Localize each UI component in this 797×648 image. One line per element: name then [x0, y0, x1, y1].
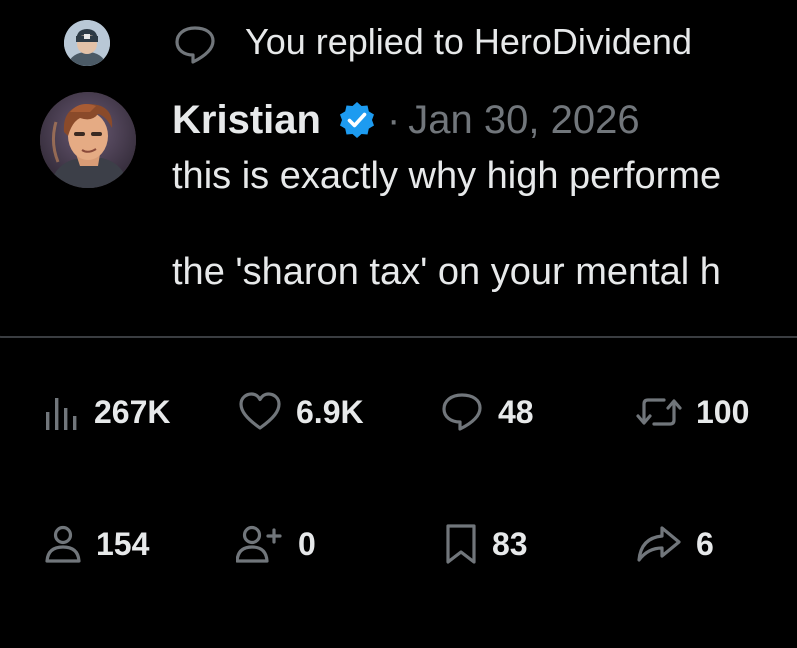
- reposts-count: 100: [696, 394, 750, 430]
- tweet-text-line: this is exactly why high performe: [172, 155, 722, 197]
- person-plus-icon: [236, 524, 284, 564]
- bookmarks-stat[interactable]: 83: [444, 518, 528, 570]
- author-avatar[interactable]: [40, 92, 136, 188]
- repost-icon: [636, 392, 682, 432]
- share-arrow-icon: [636, 524, 682, 564]
- speech-bubble-icon: [172, 24, 218, 64]
- bar-chart-icon: [44, 392, 80, 432]
- bookmarks-count: 83: [492, 526, 528, 562]
- heart-icon: [238, 392, 282, 432]
- person-icon: [44, 524, 82, 564]
- views-stat[interactable]: 267K: [44, 386, 171, 438]
- profile-visits-stat[interactable]: 154: [44, 518, 149, 570]
- profile-visits-count: 154: [96, 526, 150, 562]
- likes-stat[interactable]: 6.9K: [238, 386, 364, 438]
- comment-icon: [440, 392, 484, 432]
- tweet-analytics-screen: You replied to HeroDividend Kristian · J…: [0, 0, 797, 648]
- reply-context-text[interactable]: You replied to HeroDividend: [245, 18, 692, 66]
- replies-stat[interactable]: 48: [440, 386, 534, 438]
- separator-dot: ·: [386, 98, 401, 142]
- author-name[interactable]: Kristian: [172, 94, 321, 146]
- shares-count: 6: [696, 526, 714, 562]
- follows-count: 0: [298, 526, 316, 562]
- tweet-header: Kristian · Jan 30, 2026: [172, 94, 640, 146]
- views-count: 267K: [94, 394, 171, 430]
- bookmark-icon: [444, 523, 478, 565]
- likes-count: 6.9K: [296, 394, 364, 430]
- verified-badge-icon: [337, 100, 377, 140]
- shares-stat[interactable]: 6: [636, 518, 714, 570]
- reposts-stat[interactable]: 100: [636, 386, 749, 438]
- replies-count: 48: [498, 394, 534, 430]
- follows-stat[interactable]: 0: [236, 518, 316, 570]
- tweet-date[interactable]: Jan 30, 2026: [408, 94, 639, 146]
- tweet-text-line: the 'sharon tax' on your mental h: [172, 251, 721, 293]
